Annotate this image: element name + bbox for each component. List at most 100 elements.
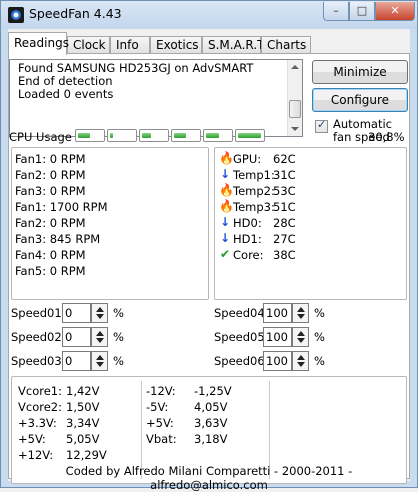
speed04-label: Speed04: xyxy=(214,306,269,320)
scroll-down-icon[interactable] xyxy=(291,127,299,131)
scroll-up-icon[interactable] xyxy=(291,65,299,69)
voltage-value: 1,42V xyxy=(66,384,100,398)
tab-strip: Readings Clock Info Exotics S.M.A.R.T. C… xyxy=(8,32,410,55)
speed05-input[interactable]: 100 xyxy=(263,327,292,347)
event-log[interactable]: Found SAMSUNG HD253GJ on AdvSMART End of… xyxy=(9,59,303,137)
temp-label: Temp2: xyxy=(233,184,275,198)
voltage-label: Vcore1: xyxy=(18,384,62,398)
cpu-core-fill xyxy=(110,133,113,138)
fan-reading: Fan3: 845 RPM xyxy=(15,232,101,246)
temp-label: Core: xyxy=(233,248,264,262)
cpu-core-meter xyxy=(171,129,201,142)
cpu-core-fill xyxy=(142,133,151,138)
percent-sign: % xyxy=(314,354,325,368)
cpu-core-fill xyxy=(78,133,90,138)
voltage-label: Vcore2: xyxy=(18,400,62,414)
voltage-label: +12V: xyxy=(18,448,54,462)
cpu-core-fill xyxy=(206,133,219,138)
percent-sign: % xyxy=(113,330,124,344)
voltage-value: 4,05V xyxy=(194,400,228,414)
cpu-core-meter xyxy=(139,129,169,142)
cpu-core-fill xyxy=(238,133,261,138)
title-bar[interactable]: SpeedFan 4.43 – □ ✕ xyxy=(1,1,417,29)
speed03-input[interactable]: 0 xyxy=(62,351,91,371)
flame-icon: 🔥 xyxy=(219,151,234,165)
voltage-value: -1,25V xyxy=(194,384,232,398)
voltage-label: Vbat: xyxy=(146,432,177,446)
speed06-input[interactable]: 100 xyxy=(263,351,292,371)
cpu-usage-label: CPU Usage xyxy=(9,130,72,144)
cpu-core-meter xyxy=(107,129,137,142)
fan-reading: Fan3: 0 RPM xyxy=(15,184,86,198)
speed05-spinner[interactable] xyxy=(292,327,309,347)
voltage-value: 1,50V xyxy=(66,400,100,414)
speed04-spinner[interactable] xyxy=(292,303,309,323)
voltage-value: 3,63V xyxy=(194,416,228,430)
temperatures-group: 🔥 GPU: 62C ↓ Temp1: 31C 🔥 Temp2: 53C 🔥 T… xyxy=(214,147,407,300)
tab-readings[interactable]: Readings xyxy=(8,32,69,55)
speed06-spinner[interactable] xyxy=(292,351,309,371)
tab-info[interactable]: Info xyxy=(110,36,150,54)
check-icon: ✔ xyxy=(219,247,231,261)
window-title: SpeedFan 4.43 xyxy=(29,6,122,21)
speed02-spinner[interactable] xyxy=(91,327,108,347)
cpu-core-meter xyxy=(75,129,105,142)
client-area: Readings Clock Info Exotics S.M.A.R.T. C… xyxy=(8,29,410,492)
voltage-label: +5V: xyxy=(18,432,46,446)
speed02-input[interactable]: 0 xyxy=(62,327,91,347)
voltage-label: -12V: xyxy=(146,384,176,398)
down-arrow-icon: ↓ xyxy=(219,215,231,229)
voltage-label: -5V: xyxy=(146,400,169,414)
speed04-input[interactable]: 100 xyxy=(263,303,292,323)
configure-button[interactable]: Configure xyxy=(312,88,408,112)
log-scrollbar[interactable] xyxy=(287,60,302,136)
speed01-spinner[interactable] xyxy=(91,303,108,323)
down-arrow-icon: ↓ xyxy=(219,167,231,181)
cpu-core-meter xyxy=(203,129,233,142)
speed03-spinner[interactable] xyxy=(91,351,108,371)
speedfan-window: SpeedFan 4.43 – □ ✕ Readings Clock Info … xyxy=(0,0,418,492)
down-arrow-icon: ↓ xyxy=(219,231,231,245)
readings-panel: Found SAMSUNG HD253GJ on AdvSMART End of… xyxy=(8,53,410,484)
temp-label: Temp1: xyxy=(233,168,275,182)
speed03-label: Speed03: xyxy=(11,354,66,368)
fan-reading: Fan4: 0 RPM xyxy=(15,248,86,262)
temp-label: HD1: xyxy=(233,232,262,246)
voltage-label: +5V: xyxy=(146,416,174,430)
fans-group: Fan1: 0 RPM Fan2: 0 RPM Fan3: 0 RPM Fan1… xyxy=(11,147,209,300)
voltage-value: 3,34V xyxy=(66,416,100,430)
speed05-label: Speed05: xyxy=(214,330,269,344)
percent-sign: % xyxy=(113,306,124,320)
speed01-input[interactable]: 0 xyxy=(62,303,91,323)
temp-label: GPU: xyxy=(233,152,262,166)
temp-value: 38C xyxy=(273,248,296,262)
fan-reading: Fan2: 0 RPM xyxy=(15,216,86,230)
window-minimize-button[interactable]: – xyxy=(323,2,349,21)
cpu-core-fill xyxy=(174,133,186,138)
temp-value: 62C xyxy=(273,152,296,166)
speedfan-app-icon xyxy=(8,7,24,23)
temp-value: 51C xyxy=(273,200,296,214)
temp-value: 27C xyxy=(273,232,296,246)
cpu-usage-percent: 30,8% xyxy=(368,130,405,144)
voltage-value: 5,05V xyxy=(66,432,100,446)
tab-charts[interactable]: Charts xyxy=(261,36,311,54)
window-maximize-button[interactable]: □ xyxy=(349,2,375,21)
scroll-thumb[interactable] xyxy=(289,100,301,118)
log-line: Loaded 0 events xyxy=(18,87,114,101)
fan-reading: Fan1: 1700 RPM xyxy=(15,200,108,214)
check-mark-icon: ✓ xyxy=(317,118,327,131)
minimize-button[interactable]: Minimize xyxy=(312,60,408,84)
automatic-fan-speed-checkbox[interactable]: ✓ xyxy=(315,118,328,133)
tab-exotics[interactable]: Exotics xyxy=(150,36,202,54)
temp-label: HD0: xyxy=(233,216,262,230)
temp-value: 31C xyxy=(273,168,296,182)
tab-smart[interactable]: S.M.A.R.T. xyxy=(202,36,267,54)
window-close-button[interactable]: ✕ xyxy=(375,2,415,21)
percent-sign: % xyxy=(314,330,325,344)
fan-reading: Fan5: 0 RPM xyxy=(15,264,86,278)
speed02-label: Speed02: xyxy=(11,330,66,344)
tab-clock[interactable]: Clock xyxy=(67,36,110,54)
temp-value: 28C xyxy=(273,216,296,230)
percent-sign: % xyxy=(314,306,325,320)
